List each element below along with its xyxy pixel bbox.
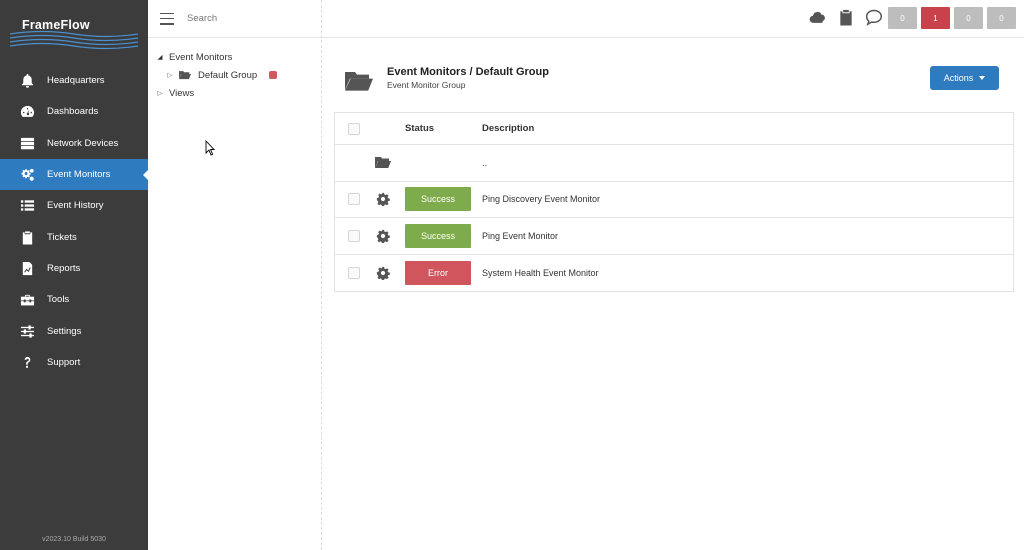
- table-row-parent[interactable]: ..: [335, 145, 1013, 182]
- monitors-table: Status Description .. Success Ping Disco…: [334, 112, 1014, 292]
- monitor-description[interactable]: System Health Event Monitor: [482, 268, 599, 278]
- sidebar-item-tools[interactable]: Tools: [0, 284, 148, 315]
- folder-open-icon: [179, 71, 191, 80]
- sidebar-item-network-devices[interactable]: Network Devices: [0, 128, 148, 159]
- tree-node-label: Event Monitors: [169, 51, 233, 63]
- page-header: Event Monitors / Default Group Event Mon…: [345, 66, 549, 92]
- caret-down-icon: [979, 76, 986, 80]
- actions-label: Actions: [943, 73, 974, 83]
- tree-node-label: Default Group: [198, 69, 258, 81]
- gear-icon[interactable]: [375, 192, 391, 207]
- mouse-cursor-icon: [205, 140, 215, 156]
- question-icon: [18, 354, 36, 370]
- sidebar-item-label: Headquarters: [47, 75, 105, 87]
- tree-node-views[interactable]: ▷ Views: [148, 84, 321, 102]
- sidebar-item-settings[interactable]: Settings: [0, 315, 148, 346]
- count-button-1[interactable]: 1: [921, 7, 950, 29]
- folder-open-icon: [345, 72, 373, 91]
- list-icon: [18, 198, 36, 214]
- tree-panel: ◢ Event Monitors ▷ Default Group ▷ Views: [148, 0, 322, 550]
- logo: FrameFlow: [0, 0, 148, 60]
- status-badge: Success: [405, 223, 471, 248]
- column-header-status[interactable]: Status: [405, 123, 434, 134]
- sidebar-item-tickets[interactable]: Tickets: [0, 221, 148, 252]
- gears-icon: [18, 167, 36, 183]
- count-button-0[interactable]: 0: [888, 7, 917, 29]
- row-checkbox[interactable]: [348, 229, 360, 242]
- table-row[interactable]: Error System Health Event Monitor: [335, 255, 1013, 292]
- row-checkbox[interactable]: [348, 193, 360, 206]
- column-header-description[interactable]: Description: [482, 123, 534, 134]
- hamburger-menu-icon[interactable]: [160, 12, 174, 25]
- sidebar-item-label: Support: [47, 356, 81, 368]
- tree-node-label: Views: [169, 87, 195, 99]
- tree-node-event-monitors[interactable]: ◢ Event Monitors: [148, 48, 321, 66]
- row-checkbox[interactable]: [348, 266, 360, 279]
- sidebar-item-headquarters[interactable]: Headquarters: [0, 65, 148, 96]
- tree-search-bar: [148, 0, 321, 38]
- gear-icon[interactable]: [375, 266, 391, 280]
- sidebar-item-label: Settings: [47, 325, 82, 337]
- error-badge: [269, 71, 278, 79]
- version-label: v2023.10 Build 5030: [42, 536, 106, 543]
- status-badge: Error: [405, 260, 471, 285]
- top-icons: [809, 9, 883, 26]
- tree: ◢ Event Monitors ▷ Default Group ▷ Views: [148, 38, 321, 102]
- chat-icon[interactable]: [865, 9, 883, 26]
- top-bar: 0 1 0 0: [322, 0, 1024, 38]
- sidebar-item-label: Tools: [47, 294, 70, 306]
- sidebar-item-event-monitors[interactable]: Event Monitors: [0, 158, 148, 191]
- expanded-triangle-icon[interactable]: ◢: [155, 53, 165, 61]
- cloud-icon[interactable]: [809, 9, 827, 26]
- clipboard-icon: [18, 229, 36, 245]
- sidebar-item-dashboards[interactable]: Dashboards: [0, 96, 148, 127]
- page-title: Event Monitors / Default Group: [387, 66, 549, 78]
- sidebar-item-support[interactable]: Support: [0, 347, 148, 378]
- sliders-icon: [18, 323, 36, 339]
- sidebar-item-label: Dashboards: [47, 106, 99, 118]
- collapsed-triangle-icon[interactable]: ▷: [155, 89, 165, 97]
- search-input[interactable]: [187, 13, 307, 24]
- monitor-description[interactable]: Ping Discovery Event Monitor: [482, 194, 600, 204]
- clipboard-icon[interactable]: [837, 9, 855, 26]
- wave-logo-icon: [9, 30, 139, 50]
- count-button-3[interactable]: 0: [987, 7, 1016, 29]
- gear-icon[interactable]: [375, 229, 391, 243]
- sidebar-item-label: Reports: [47, 262, 81, 274]
- parent-folder-label: ..: [482, 157, 488, 168]
- count-button-2[interactable]: 0: [954, 7, 983, 29]
- sidebar-item-label: Tickets: [47, 231, 77, 243]
- actions-button[interactable]: Actions: [930, 66, 999, 90]
- toolbox-icon: [18, 292, 36, 308]
- table-header: Status Description: [335, 113, 1013, 145]
- sidebar-item-label: Network Devices: [47, 137, 119, 149]
- sidebar-item-reports[interactable]: Reports: [0, 253, 148, 284]
- status-counts: 0 1 0 0: [888, 7, 1016, 29]
- main-content: Event Monitors / Default Group Event Mon…: [322, 38, 1024, 550]
- monitor-description[interactable]: Ping Event Monitor: [482, 231, 558, 241]
- status-badge: Success: [405, 187, 471, 212]
- bell-icon: [18, 73, 36, 89]
- gauge-icon: [18, 104, 36, 120]
- page-subtitle: Event Monitor Group: [387, 80, 466, 90]
- tree-node-default-group[interactable]: ▷ Default Group: [148, 66, 321, 84]
- folder-open-icon: [375, 157, 391, 169]
- sidebar-item-event-history[interactable]: Event History: [0, 190, 148, 221]
- sidebar-item-label: Event History: [47, 200, 104, 212]
- report-icon: [18, 260, 36, 276]
- collapsed-triangle-icon[interactable]: ▷: [165, 71, 175, 79]
- table-row[interactable]: Success Ping Event Monitor: [335, 218, 1013, 255]
- select-all-checkbox[interactable]: [348, 122, 360, 135]
- sidebar: FrameFlow Headquarters Dashboards Networ…: [0, 0, 148, 550]
- sidebar-nav: Headquarters Dashboards Network Devices …: [0, 65, 148, 378]
- sidebar-item-label: Event Monitors: [47, 169, 111, 181]
- server-icon: [18, 135, 36, 151]
- table-row[interactable]: Success Ping Discovery Event Monitor: [335, 182, 1013, 218]
